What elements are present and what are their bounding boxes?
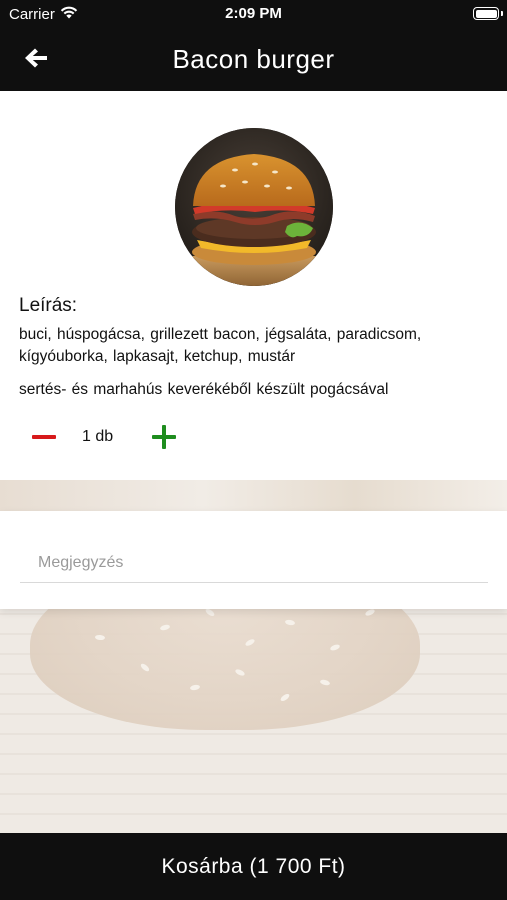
page-title: Bacon burger [172,44,335,74]
screen: Carrier 2:09 PM Bacon burger Leírás: buc… [0,0,507,900]
minus-icon [32,435,56,439]
battery-fill [475,9,497,18]
description-note: sertés- és marhahús keverékéből készült … [19,381,389,398]
arrow-left-icon [23,46,49,75]
product-image [175,128,333,286]
note-card [0,511,507,609]
description-ingredients: buci, húspogácsa, grillezett bacon, jégs… [19,326,422,365]
decrease-quantity-button[interactable] [30,423,58,451]
description-heading: Leírás: [19,295,78,316]
increase-quantity-button[interactable] [150,423,178,451]
note-input[interactable] [20,543,488,583]
add-to-cart-button[interactable]: Kosárba (1 700 Ft) [0,833,507,900]
status-time: 2:09 PM [225,5,282,22]
background-photo-top [0,480,507,512]
product-card: Leírás: buci, húspogácsa, grillezett bac… [0,91,507,480]
plus-icon-vertical [162,425,166,449]
back-button[interactable] [20,44,52,76]
quantity-value: 1 db [82,428,114,445]
status-bar: Carrier 2:09 PM [0,0,507,28]
battery-full-icon [473,7,499,20]
battery-tip [501,11,503,16]
quantity-stepper: 1 db [30,421,178,453]
nav-bar: Bacon burger [0,28,507,91]
